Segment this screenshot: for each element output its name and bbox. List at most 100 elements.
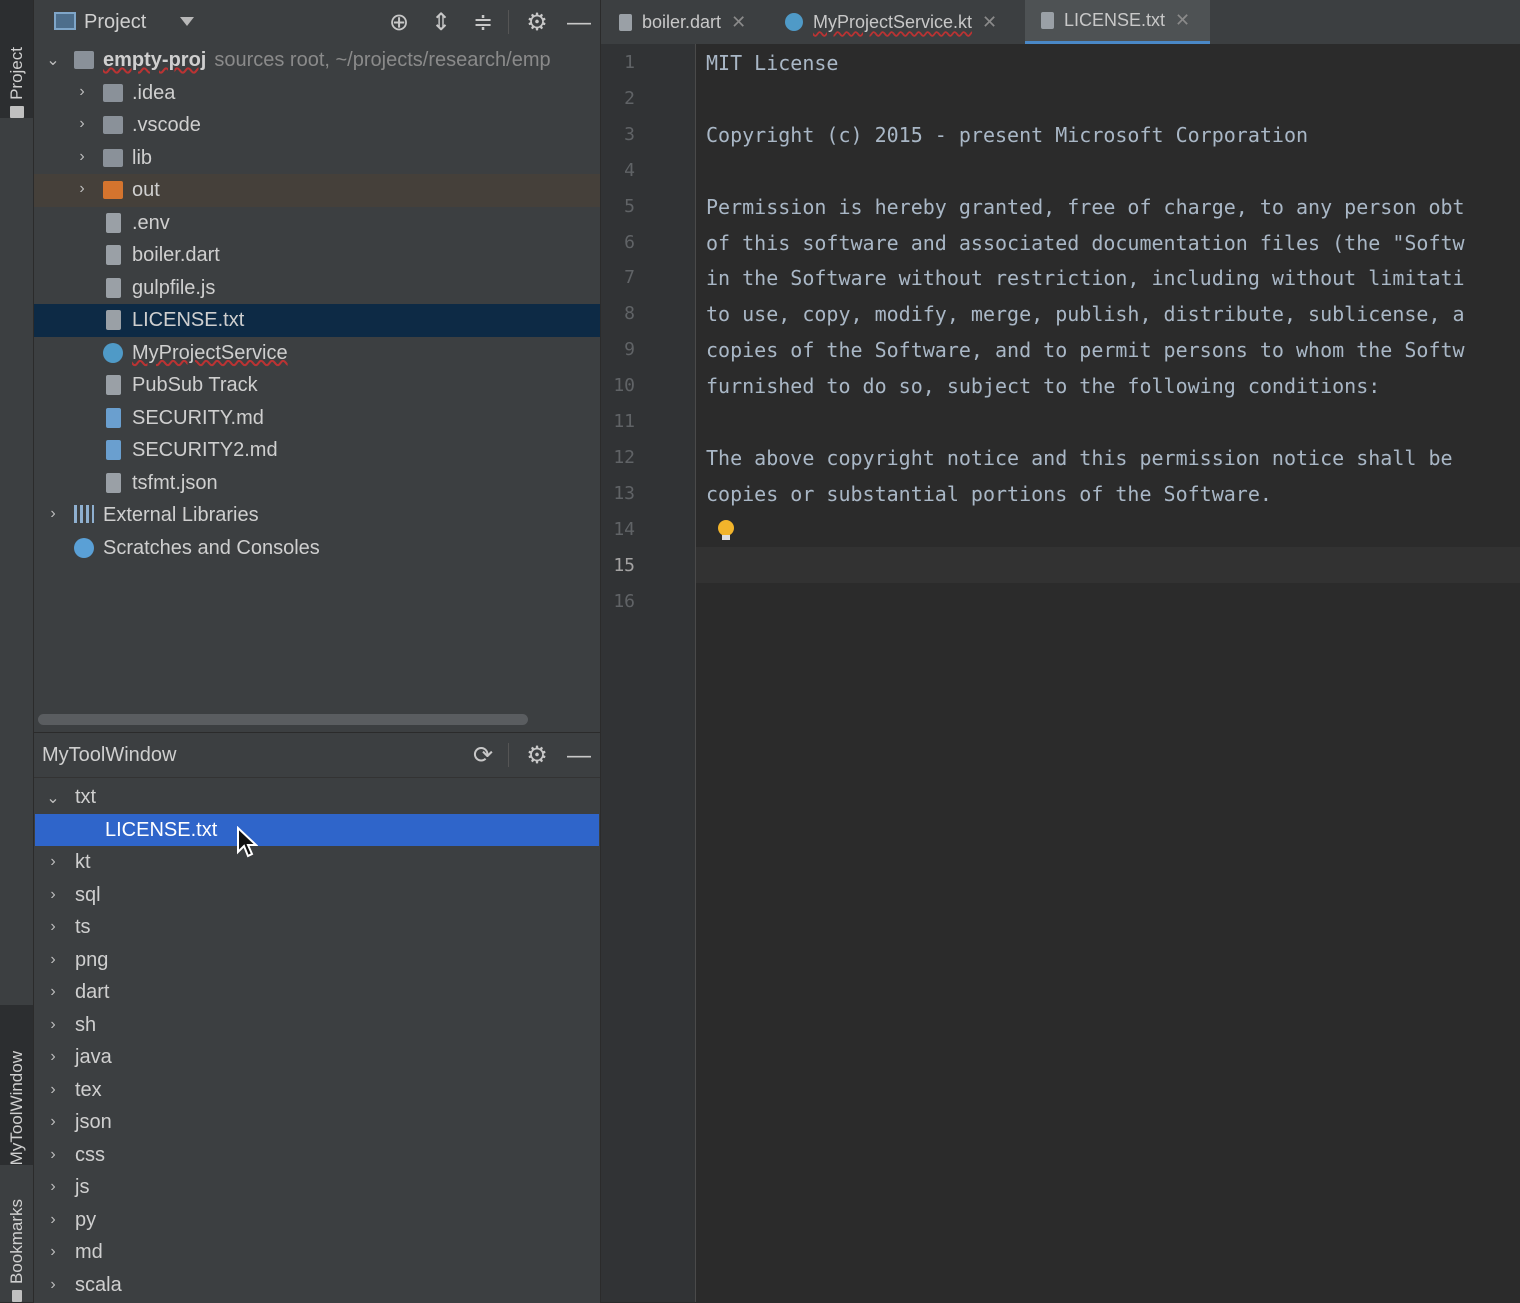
bookmarks-tool-label: Bookmarks <box>6 1198 26 1284</box>
chevron-right-icon[interactable]: › <box>46 1276 60 1294</box>
project-panel-title[interactable]: Project <box>84 11 146 34</box>
horizontal-scrollbar[interactable] <box>38 714 528 725</box>
line-number: 8 <box>624 303 635 325</box>
left-tool-stripe: Project MyToolWindow Bookmarks <box>0 0 34 1302</box>
refresh-icon[interactable]: ⟳ <box>470 743 496 769</box>
tab-boiler-dart[interactable]: boiler.dart ✕ <box>619 0 787 44</box>
tool-tree-item-sh[interactable]: › sh <box>34 1009 600 1041</box>
chevron-down-icon[interactable] <box>180 17 194 26</box>
kotlin-class-icon <box>103 342 123 363</box>
bookmark-icon <box>11 1290 22 1302</box>
chevron-down-icon[interactable]: ⌄ <box>46 788 60 808</box>
tool-tree-item-dart[interactable]: › dart <box>34 976 600 1008</box>
tool-tree-item-label: java <box>75 1046 112 1068</box>
tool-tree-item-txt[interactable]: ⌄ txt <box>34 781 600 813</box>
tree-item-idea[interactable]: › .idea <box>34 77 600 110</box>
tool-tree-item-ts[interactable]: › ts <box>34 911 600 943</box>
tree-item-label: .vscode <box>132 114 201 136</box>
chevron-right-icon[interactable]: › <box>46 1048 60 1066</box>
tree-item-out[interactable]: › out <box>34 174 600 207</box>
tab-license-txt[interactable]: LICENSE.txt ✕ <box>1025 0 1210 44</box>
chevron-right-icon[interactable]: › <box>46 1081 60 1099</box>
code-editor[interactable]: MIT License Copyright (c) 2015 - present … <box>696 44 1520 1302</box>
tree-item-boiler-dart[interactable]: boiler.dart <box>34 239 600 272</box>
tool-tree-item-js[interactable]: › js <box>34 1171 600 1203</box>
tree-item-gulpfile-js[interactable]: gulpfile.js <box>34 272 600 305</box>
close-icon[interactable]: ✕ <box>731 12 746 33</box>
tool-tree-item-label: js <box>75 1176 90 1198</box>
close-icon[interactable]: ✕ <box>982 12 997 33</box>
chevron-right-icon[interactable]: › <box>46 983 60 1001</box>
tool-tree-item-tex[interactable]: › tex <box>34 1074 600 1106</box>
project-view-icon <box>54 12 76 30</box>
tree-item-vscode[interactable]: › .vscode <box>34 109 600 142</box>
tool-tree-item-java[interactable]: › java <box>34 1041 600 1073</box>
tree-item-scratches-and-consoles[interactable]: Scratches and Consoles <box>34 532 600 565</box>
chevron-right-icon[interactable]: › <box>75 115 89 133</box>
hide-panel-icon[interactable]: — <box>566 743 592 769</box>
bookmarks-tool-button[interactable]: Bookmarks <box>0 1168 33 1302</box>
tool-tree-item-label: LICENSE.txt <box>105 818 218 841</box>
tool-tree-item-label: css <box>75 1143 105 1166</box>
mytoolwindow-tool-button[interactable]: MyToolWindow <box>0 1005 33 1165</box>
tool-tree-item-label: png <box>75 948 109 971</box>
tool-tree-item-kt[interactable]: › kt <box>34 846 600 878</box>
tool-tree-item-png[interactable]: › png <box>34 944 600 976</box>
tree-item-lib[interactable]: › lib <box>34 142 600 175</box>
tool-tree-item-md[interactable]: › md <box>34 1236 600 1268</box>
tree-item-pubsub-track[interactable]: PubSub Track <box>34 369 600 402</box>
chevron-right-icon[interactable]: › <box>46 918 60 936</box>
libraries-icon <box>74 505 94 523</box>
tree-item-empty-proj[interactable]: ⌄ empty-proj sources root, ~/projects/rese… <box>34 44 600 77</box>
tab-label: boiler.dart <box>642 11 722 32</box>
line-number-gutter: 1 2 3 4 5 6 7 8 9 10 11 12 13 14 15 16 <box>601 44 696 1302</box>
project-tool-button[interactable]: Project <box>0 0 33 118</box>
chevron-right-icon[interactable]: › <box>46 1146 60 1164</box>
chevron-right-icon[interactable]: › <box>46 1178 60 1196</box>
chevron-right-icon[interactable]: › <box>46 1016 60 1034</box>
tool-tree-item-license-txt[interactable]: LICENSE.txt <box>35 813 599 846</box>
chevron-right-icon[interactable]: › <box>46 1211 60 1229</box>
tool-tree-item-json[interactable]: › json <box>34 1106 600 1138</box>
chevron-right-icon[interactable]: › <box>46 1243 60 1261</box>
chevron-right-icon[interactable]: › <box>75 148 89 166</box>
kotlin-class-icon <box>785 13 803 31</box>
gear-icon[interactable]: ⚙ <box>524 10 550 36</box>
chevron-right-icon[interactable]: › <box>46 951 60 969</box>
tree-item-external-libraries[interactable]: › External Libraries <box>34 499 600 532</box>
chevron-right-icon[interactable]: › <box>46 505 60 523</box>
tool-tree-item-py[interactable]: › py <box>34 1204 600 1236</box>
tool-tree-item-css[interactable]: › css <box>34 1139 600 1171</box>
tab-label: LICENSE.txt <box>1064 10 1166 30</box>
hide-panel-icon[interactable]: — <box>566 10 592 36</box>
tool-tree-item-sql[interactable]: › sql <box>34 879 600 911</box>
chevron-right-icon[interactable]: › <box>75 83 89 101</box>
js-file-icon <box>106 277 121 298</box>
tree-item-myprojectservice[interactable]: MyProjectService <box>34 337 600 370</box>
locate-file-icon[interactable]: ⊕ <box>386 10 412 36</box>
tree-item-license-txt[interactable]: LICENSE.txt <box>34 304 600 337</box>
folder-icon <box>103 148 123 167</box>
tool-tree-item-label: json <box>75 1111 112 1133</box>
chevron-down-icon[interactable]: ⌄ <box>46 50 60 70</box>
tree-item-security-md[interactable]: SECURITY.md <box>34 402 600 435</box>
lightbulb-icon[interactable] <box>718 520 734 540</box>
chevron-right-icon[interactable]: › <box>46 886 60 904</box>
tree-item-label: LICENSE.txt <box>132 309 245 331</box>
text-file-icon <box>106 245 121 265</box>
chevron-right-icon[interactable]: › <box>46 1113 60 1131</box>
tree-item-label: tsfmt.json <box>132 471 218 494</box>
tool-tree-item-scala[interactable]: › scala <box>34 1269 600 1301</box>
tree-item-tsfmt-json[interactable]: tsfmt.json <box>34 467 600 500</box>
tab-myprojectservice-kt[interactable]: MyProjectService.kt ✕ <box>785 0 1021 44</box>
folder-icon <box>9 106 24 118</box>
close-icon[interactable]: ✕ <box>1175 10 1190 31</box>
collapse-all-icon[interactable]: ≑ <box>470 10 496 36</box>
tree-item-env[interactable]: .env <box>34 207 600 240</box>
chevron-right-icon[interactable]: › <box>46 853 60 871</box>
gear-icon[interactable]: ⚙ <box>524 743 550 769</box>
tool-tree-item-label: scala <box>75 1273 122 1296</box>
expand-all-icon[interactable]: ⇕ <box>428 10 454 36</box>
chevron-right-icon[interactable]: › <box>75 180 89 198</box>
tree-item-security2-md[interactable]: SECURITY2.md <box>34 434 600 467</box>
